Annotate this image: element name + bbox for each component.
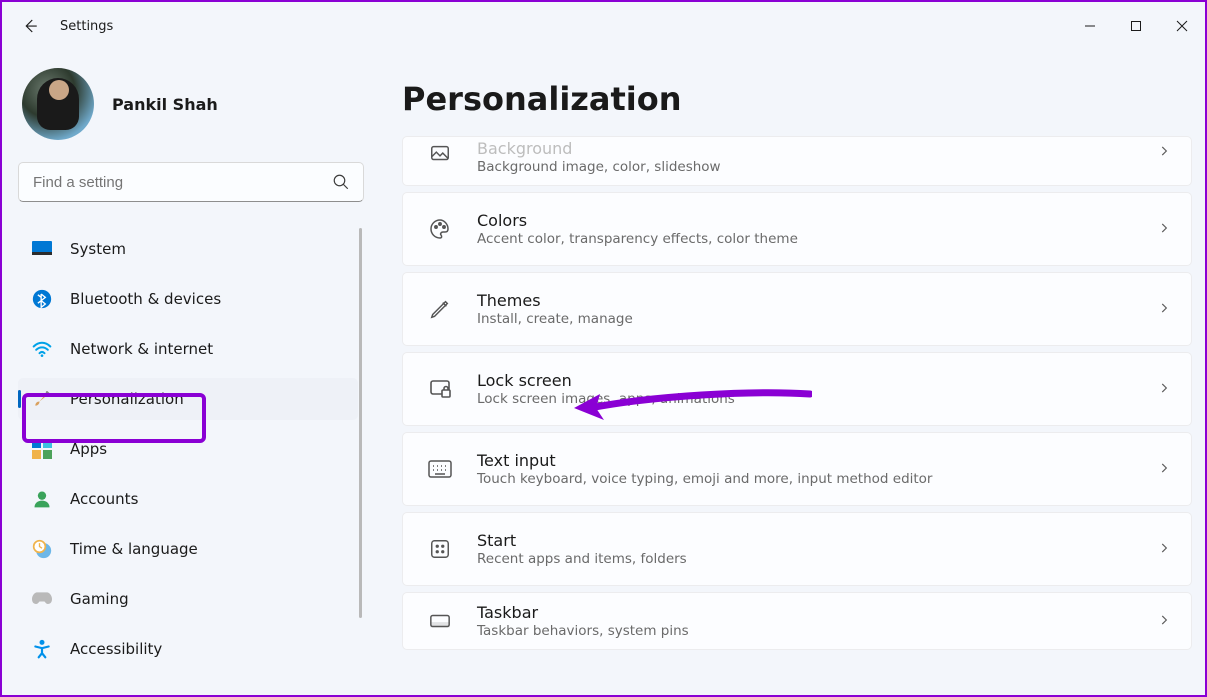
person-icon — [32, 489, 52, 509]
sidebar-item-label: Apps — [70, 440, 107, 458]
nav-list: System Bluetooth & devices Network & int… — [18, 228, 362, 670]
card-subtitle: Background image, color, slideshow — [477, 159, 1157, 175]
lock-monitor-icon — [427, 377, 453, 401]
sidebar-item-label: Accounts — [70, 490, 138, 508]
card-text-input[interactable]: Text input Touch keyboard, voice typing,… — [402, 432, 1192, 506]
sidebar-item-bluetooth[interactable]: Bluetooth & devices — [18, 278, 358, 320]
card-subtitle: Taskbar behaviors, system pins — [477, 623, 1157, 639]
wifi-icon — [32, 339, 52, 359]
sidebar-item-gaming[interactable]: Gaming — [18, 578, 358, 620]
gamepad-icon — [32, 589, 52, 609]
sidebar-item-label: Time & language — [70, 540, 198, 558]
pen-icon — [427, 298, 453, 320]
card-title: Taskbar — [477, 603, 1157, 622]
card-title: Lock screen — [477, 371, 1157, 390]
back-button[interactable] — [20, 16, 40, 36]
card-subtitle: Lock screen images, apps, animations — [477, 391, 1157, 407]
sidebar-item-apps[interactable]: Apps — [18, 428, 358, 470]
chevron-right-icon — [1157, 540, 1171, 559]
card-title: Start — [477, 531, 1157, 550]
bluetooth-icon — [32, 289, 52, 309]
sidebar-item-label: Accessibility — [70, 640, 162, 658]
apps-icon — [32, 439, 52, 459]
keyboard-icon — [427, 460, 453, 478]
card-subtitle: Install, create, manage — [477, 311, 1157, 327]
sidebar-item-accounts[interactable]: Accounts — [18, 478, 358, 520]
card-subtitle: Accent color, transparency effects, colo… — [477, 231, 1157, 247]
palette-icon — [427, 217, 453, 241]
card-lock-screen[interactable]: Lock screen Lock screen images, apps, an… — [402, 352, 1192, 426]
chevron-right-icon — [1157, 300, 1171, 319]
settings-cards: Background Background image, color, slid… — [402, 136, 1189, 650]
user-profile[interactable]: Pankil Shah — [18, 68, 362, 140]
sidebar-item-label: Gaming — [70, 590, 129, 608]
accessibility-icon — [32, 639, 52, 659]
page-title: Personalization — [402, 80, 1189, 118]
sidebar-item-label: System — [70, 240, 126, 258]
titlebar: Settings — [2, 2, 1205, 50]
clock-globe-icon — [32, 539, 52, 559]
card-start[interactable]: Start Recent apps and items, folders — [402, 512, 1192, 586]
sidebar-item-personalization[interactable]: Personalization — [18, 378, 358, 420]
main-content: Personalization Background Background im… — [362, 50, 1205, 695]
sidebar-item-time-language[interactable]: Time & language — [18, 528, 358, 570]
card-taskbar[interactable]: Taskbar Taskbar behaviors, system pins — [402, 592, 1192, 650]
card-themes[interactable]: Themes Install, create, manage — [402, 272, 1192, 346]
window-controls — [1067, 8, 1205, 44]
chevron-right-icon — [1157, 460, 1171, 479]
sidebar-item-system[interactable]: System — [18, 228, 358, 270]
avatar — [22, 68, 94, 140]
close-button[interactable] — [1159, 8, 1205, 44]
search-input[interactable] — [18, 162, 364, 202]
sidebar-item-network[interactable]: Network & internet — [18, 328, 358, 370]
image-icon — [427, 143, 453, 165]
chevron-right-icon — [1157, 220, 1171, 239]
sidebar-item-label: Network & internet — [70, 340, 213, 358]
window-title: Settings — [60, 19, 113, 34]
user-name: Pankil Shah — [112, 95, 218, 114]
chevron-right-icon — [1157, 143, 1171, 162]
chevron-right-icon — [1157, 612, 1171, 631]
system-icon — [32, 239, 52, 259]
card-background[interactable]: Background Background image, color, slid… — [402, 136, 1192, 186]
card-subtitle: Recent apps and items, folders — [477, 551, 1157, 567]
search-icon — [332, 173, 350, 191]
sidebar-item-label: Bluetooth & devices — [70, 290, 221, 308]
taskbar-icon — [427, 613, 453, 629]
sidebar: Pankil Shah System Bluetooth & devices — [2, 50, 362, 695]
card-title: Background — [477, 139, 1157, 158]
card-title: Colors — [477, 211, 1157, 230]
sidebar-item-label: Personalization — [70, 390, 184, 408]
card-colors[interactable]: Colors Accent color, transparency effect… — [402, 192, 1192, 266]
paintbrush-icon — [32, 389, 52, 409]
card-title: Text input — [477, 451, 1157, 470]
scrollbar[interactable] — [359, 228, 362, 618]
minimize-button[interactable] — [1067, 8, 1113, 44]
card-title: Themes — [477, 291, 1157, 310]
card-subtitle: Touch keyboard, voice typing, emoji and … — [477, 471, 1157, 487]
sidebar-item-accessibility[interactable]: Accessibility — [18, 628, 358, 670]
chevron-right-icon — [1157, 380, 1171, 399]
maximize-button[interactable] — [1113, 8, 1159, 44]
start-grid-icon — [427, 538, 453, 560]
